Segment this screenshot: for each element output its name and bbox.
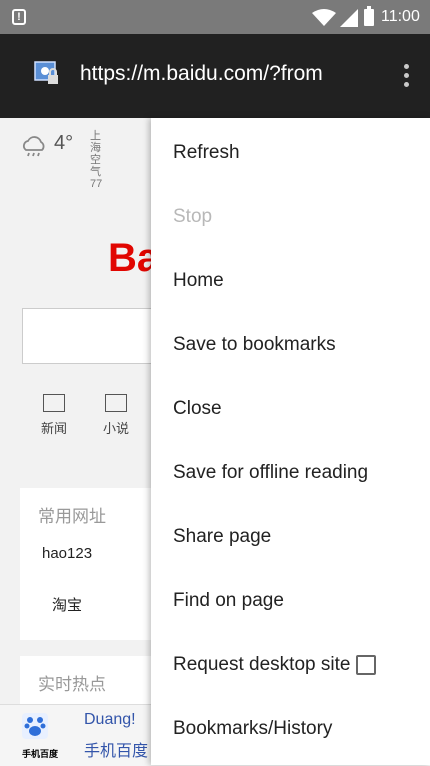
site-lock-icon[interactable] [34, 61, 60, 87]
nav-novels-label: 小说 [102, 421, 129, 436]
baidu-paw-icon [22, 713, 48, 739]
book-icon [105, 394, 127, 412]
nav-news[interactable]: 新闻 [34, 394, 74, 437]
menu-item-share-page[interactable]: Share page [173, 522, 271, 552]
wifi-icon [312, 9, 336, 26]
overflow-menu: Refresh Stop Home Save to bookmarks Clos… [151, 118, 430, 765]
menu-item-save-offline[interactable]: Save for offline reading [173, 458, 368, 488]
nav-news-label: 新闻 [40, 421, 67, 436]
url-field[interactable]: https://m.baidu.com/?from [80, 62, 376, 86]
request-desktop-site-checkbox[interactable] [356, 654, 377, 675]
news-icon [43, 394, 65, 412]
more-options-icon[interactable] [398, 60, 414, 94]
menu-item-close[interactable]: Close [173, 394, 222, 424]
rain-cloud-icon [23, 136, 45, 157]
banner-line-2: 手机百度 [84, 743, 149, 760]
menu-item-find-on-page[interactable]: Find on page [173, 586, 284, 616]
air-quality: 空气 77 [90, 154, 103, 190]
cell-signal-icon [340, 9, 358, 27]
nav-novels[interactable]: 小说 [96, 394, 136, 437]
request-desktop-site-label: Request desktop site [173, 654, 351, 675]
clock: 11:00 [381, 8, 420, 25]
menu-item-save-to-bookmarks[interactable]: Save to bookmarks [173, 330, 336, 360]
browser-toolbar: https://m.baidu.com/?from [0, 34, 430, 118]
menu-item-refresh[interactable]: Refresh [173, 138, 240, 168]
city-name: 上海 [90, 130, 101, 154]
menu-item-request-desktop-site[interactable]: Request desktop site [173, 650, 377, 680]
status-bar: ! 11:00 [0, 0, 430, 34]
menu-item-stop: Stop [173, 206, 213, 227]
banner-line-1: Duang! [84, 711, 136, 728]
alert-notification-icon: ! [12, 9, 26, 25]
menu-item-bookmarks-history[interactable]: Bookmarks/History [173, 714, 332, 744]
app-name: 手机百度 [22, 749, 59, 759]
temperature: 4° [54, 132, 74, 154]
menu-item-home[interactable]: Home [173, 266, 224, 296]
battery-icon [364, 6, 374, 26]
